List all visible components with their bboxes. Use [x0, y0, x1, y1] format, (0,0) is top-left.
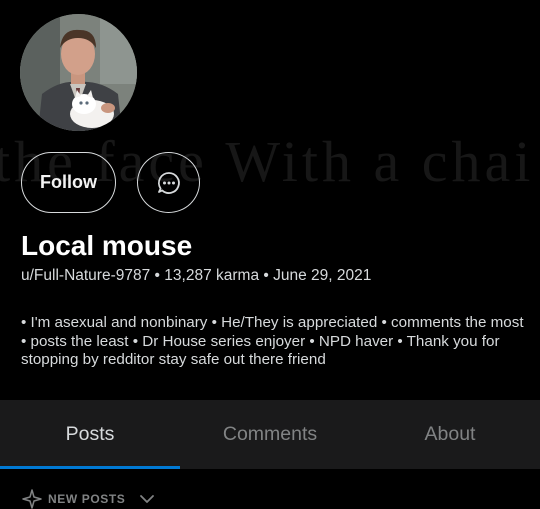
- profile-bio: • I'm asexual and nonbinary • He/They is…: [21, 314, 524, 368]
- avatar-image: [20, 14, 137, 131]
- sparkle-icon: [22, 489, 42, 509]
- chevron-down-icon[interactable]: [139, 494, 155, 504]
- tab-posts[interactable]: Posts: [0, 400, 180, 469]
- chat-button[interactable]: [137, 152, 200, 213]
- display-name: Local mouse: [21, 230, 193, 261]
- profile-tabs: Posts Comments About: [0, 400, 540, 469]
- meta-separator: •: [263, 267, 269, 284]
- tab-comments[interactable]: Comments: [180, 400, 360, 469]
- username: u/Full-Nature-9787: [21, 267, 151, 284]
- chat-bubble-icon: [157, 171, 180, 194]
- follow-button[interactable]: Follow: [21, 152, 116, 213]
- sort-label[interactable]: NEW POSTS: [48, 492, 125, 506]
- profile-header: the face With a chai Follow Local mouse …: [0, 0, 540, 400]
- profile-meta: u/Full-Nature-9787 • 13,287 karma • June…: [21, 267, 371, 285]
- cake-day: June 29, 2021: [273, 267, 372, 284]
- meta-separator: •: [154, 267, 160, 284]
- tab-about[interactable]: About: [360, 400, 540, 469]
- karma-count: 13,287 karma: [164, 267, 260, 284]
- avatar[interactable]: [20, 14, 137, 131]
